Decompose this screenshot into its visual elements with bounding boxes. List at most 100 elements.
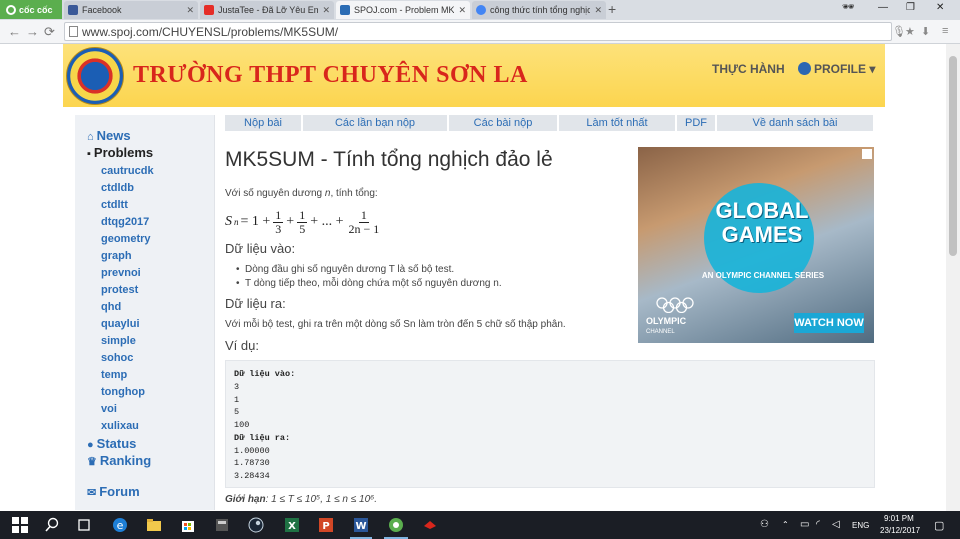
input-bullet: T dòng tiếp theo, mỗi dòng chứa một số n… [236,278,502,289]
clock-date[interactable]: 23/12/2017 [880,526,920,535]
watch-now-button[interactable]: WATCH NOW [794,313,864,333]
ad-choices-icon[interactable] [862,149,872,159]
url-field[interactable]: www.spoj.com/CHUYENSL/problems/MK5SUM/ [64,22,892,41]
school-logo-icon[interactable] [66,47,124,105]
category-ctdldb[interactable]: ctdldb [101,182,134,194]
site-header: TRƯỜNG THPT CHUYÊN SƠN LA THỰC HÀNH PROF… [63,44,885,107]
category-graph[interactable]: graph [101,250,132,262]
calculator-icon[interactable] [214,517,230,533]
new-tab-button[interactable]: + [608,1,616,17]
tab-google[interactable]: công thức tính tổng nghịc ✕ [472,1,606,19]
show-hidden-icons[interactable]: ⌃ [782,520,789,529]
close-tab-icon[interactable]: ✕ [322,5,330,16]
steam-icon[interactable] [248,517,264,533]
category-quaylui[interactable]: quaylui [101,318,140,330]
category-cautrucdk[interactable]: cautrucdk [101,165,154,177]
school-name[interactable]: TRƯỜNG THPT CHUYÊN SƠN LA [133,62,528,89]
svg-text:P: P [322,521,329,532]
category-geometry[interactable]: geometry [101,233,151,245]
powerpoint-icon[interactable]: P [318,517,334,533]
close-window-icon[interactable]: ✕ [936,2,944,13]
download-icon[interactable]: ⬇ [921,25,930,38]
formula-eq: = 1 + [240,214,271,229]
page-scrollbar[interactable] [946,44,960,511]
sidebar-forum-label: Forum [99,484,140,499]
sidebar-news[interactable]: ⌂ News [87,128,131,143]
excel-icon[interactable]: X [284,517,300,533]
tab-facebook[interactable]: Facebook ✕ [64,1,198,19]
ad-brand-sub: CHANNEL [646,329,675,335]
close-tab-icon[interactable]: ✕ [594,5,602,16]
tab-all-submissions[interactable]: Các bài nộp [449,115,557,131]
fraction-num: 1 [297,207,308,223]
volume-icon[interactable]: ◁ [832,519,840,530]
category-qhd[interactable]: qhd [101,301,121,313]
profile-avatar-icon[interactable]: 🕶 [842,2,855,13]
people-icon[interactable]: ⚇ [760,519,769,530]
spoj-icon [340,5,350,15]
category-protest[interactable]: protest [101,284,138,296]
task-view-icon[interactable] [76,517,92,533]
clock-time[interactable]: 9:01 PM [884,514,914,523]
close-tab-icon[interactable]: ✕ [458,5,466,16]
nav-practice[interactable]: THỰC HÀNH [712,62,785,76]
category-simple[interactable]: simple [101,335,136,347]
action-center-icon[interactable]: ▢ [934,519,944,532]
tab-best-solutions[interactable]: Làm tốt nhất [559,115,675,131]
coccoc-taskbar-icon[interactable] [388,517,404,533]
battery-icon[interactable]: ▭ [800,519,809,530]
wifi-icon[interactable]: ◜ [816,519,820,530]
tab-submit[interactable]: Nộp bài [225,115,301,131]
tab-pdf[interactable]: PDF [677,115,715,131]
category-xulixau[interactable]: xulixau [101,420,139,432]
bookmark-star-icon[interactable]: ★ [905,25,915,38]
nav-profile-label: PROFILE ▾ [814,62,876,76]
category-tonghop[interactable]: tonghop [101,386,145,398]
tab-spoj[interactable]: SPOJ.com - Problem MK5 ✕ [336,1,470,19]
restore-icon[interactable]: ❐ [906,2,915,13]
category-voi[interactable]: voi [101,403,117,415]
sample-line: 1 [234,395,240,405]
sidebar-forum[interactable]: ✉ Forum [87,484,140,499]
voice-icon[interactable]: 🎙 [892,25,906,38]
close-tab-icon[interactable]: ✕ [186,5,194,16]
menu-icon[interactable]: ≡ [942,25,948,37]
intro-text: Với số nguyên dương n, tính tổng: [225,188,378,199]
coccoc-home-button[interactable]: cốc cốc [0,0,62,19]
search-icon[interactable] [44,517,60,533]
category-ctdltt[interactable]: ctdltt [101,199,128,211]
tab-title: JustaTee - Đã Lỡ Yêu Em N [218,5,319,15]
category-temp[interactable]: temp [101,369,127,381]
scrollbar-thumb[interactable] [949,56,957,256]
minimize-icon[interactable]: — [878,2,888,13]
tab-my-submissions[interactable]: Các lần bạn nộp [303,115,447,131]
reload-icon[interactable]: ⟳ [44,24,55,40]
sample-line: 3.28434 [234,471,270,481]
sidebar-status[interactable]: ● Status [87,436,136,451]
tab-title: công thức tính tổng nghịc [490,5,591,15]
category-dtqg2017[interactable]: dtqg2017 [101,216,149,228]
store-icon[interactable] [180,517,196,533]
sidebar-problems[interactable]: ▪ Problems [87,145,153,160]
language-indicator[interactable]: ENG [852,521,869,530]
tab-justatee[interactable]: JustaTee - Đã Lỡ Yêu Em N ✕ [200,1,334,19]
intro-prefix: Với số nguyên dương [225,188,325,199]
youtube-icon [204,5,214,15]
file-explorer-icon[interactable] [146,517,162,533]
olympic-ad-banner[interactable]: GLOBAL GAMES AN OLYMPIC CHANNEL SERIES O… [638,147,874,343]
gaming-app-icon[interactable] [422,517,438,533]
formula-lhs: S [225,214,232,229]
sidebar-ranking[interactable]: ♛ Ranking [87,453,151,468]
category-sohoc[interactable]: sohoc [101,352,133,364]
word-icon[interactable]: W [353,517,369,533]
forward-icon[interactable]: → [26,24,39,39]
tab-back-to-list[interactable]: Về danh sách bài [717,115,873,131]
category-prevnoi[interactable]: prevnoi [101,267,141,279]
address-bar-row: ← → ⟳ www.spoj.com/CHUYENSL/problems/MK5… [0,20,960,44]
windows-start-icon[interactable] [12,517,28,533]
back-icon[interactable]: ← [8,24,21,39]
nav-profile[interactable]: PROFILE ▾ [798,62,875,76]
sample-line: Dữ liệu ra: [234,433,291,443]
edge-icon[interactable]: e [112,517,128,533]
browser-tab-bar: cốc cốc Facebook ✕ JustaTee - Đã Lỡ Yêu … [0,0,960,20]
